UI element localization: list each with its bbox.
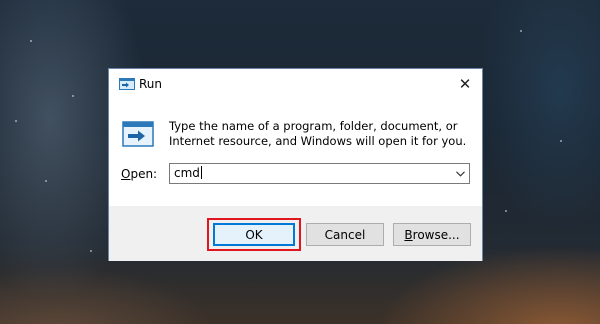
open-combobox[interactable]: cmd: [169, 163, 470, 184]
browse-button-label: rowse...: [412, 227, 460, 242]
open-input-value: cmd: [174, 166, 200, 180]
close-button[interactable]: ✕: [448, 69, 482, 99]
browse-accesskey: B: [404, 227, 413, 242]
run-icon: [122, 121, 154, 147]
dialog-message: Type the name of a program, folder, docu…: [169, 119, 467, 148]
text-caret: [200, 166, 202, 179]
open-label: Open:: [121, 167, 157, 181]
dialog-title: Run: [139, 77, 163, 91]
cancel-button[interactable]: Cancel: [306, 223, 384, 246]
browse-button[interactable]: Browse...: [393, 223, 471, 246]
button-bar: OK Cancel Browse...: [109, 206, 482, 261]
chevron-down-icon: [456, 170, 465, 177]
close-icon: ✕: [458, 75, 472, 93]
open-label-text: pen:: [130, 167, 158, 181]
dropdown-button[interactable]: [452, 164, 469, 183]
run-icon: [119, 78, 135, 90]
ok-button-label: OK: [245, 227, 263, 242]
cancel-button-label: Cancel: [324, 227, 366, 242]
open-input[interactable]: cmd: [174, 166, 202, 180]
run-dialog: Run ✕ Type the name of a program, folder…: [108, 68, 483, 261]
ok-button[interactable]: OK: [213, 223, 295, 246]
dialog-body: Type the name of a program, folder, docu…: [109, 100, 482, 206]
title-bar[interactable]: Run ✕: [109, 69, 482, 100]
